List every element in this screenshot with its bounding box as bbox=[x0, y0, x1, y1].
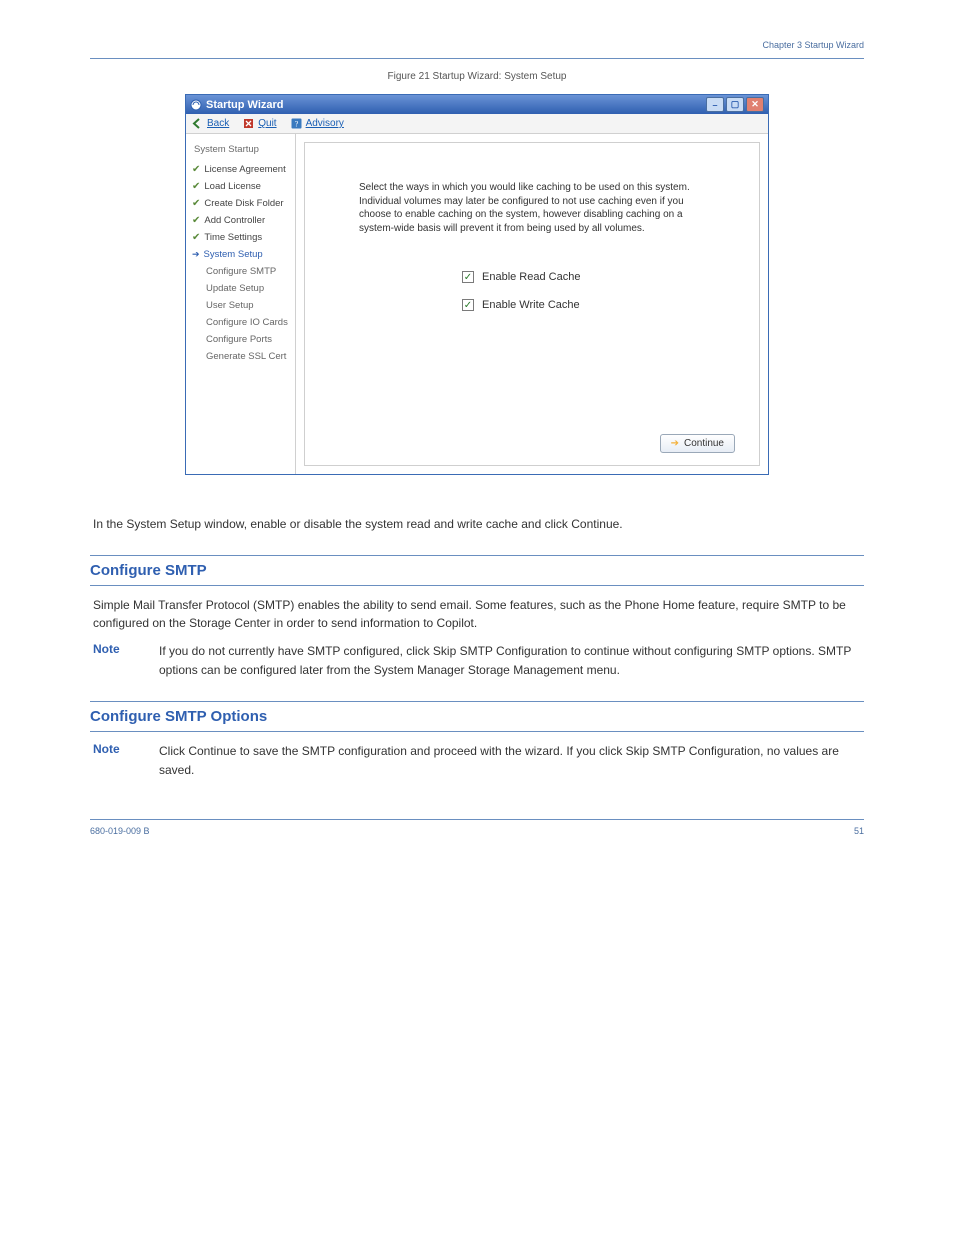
sidebar-heading: System Startup bbox=[194, 144, 291, 155]
maximize-button[interactable]: ▢ bbox=[726, 97, 744, 112]
quit-button[interactable]: Quit bbox=[243, 118, 276, 129]
note-label: Note bbox=[93, 742, 141, 779]
note-block-1: Note If you do not currently have SMTP c… bbox=[93, 642, 861, 679]
back-button[interactable]: Back bbox=[192, 118, 229, 129]
sidebar-item-generate-ssl-cert[interactable]: Generate SSL Cert bbox=[190, 348, 291, 365]
sidebar-item-label: Create Disk Folder bbox=[204, 198, 283, 209]
titlebar: Startup Wizard – ▢ ✕ bbox=[186, 95, 768, 114]
section-rule bbox=[90, 701, 864, 702]
toolbar: Back Quit ? Advisory bbox=[186, 114, 768, 134]
quit-icon bbox=[243, 118, 254, 129]
instructions-text: Select the ways in which you would like … bbox=[359, 181, 705, 235]
continue-label: Continue bbox=[684, 438, 724, 449]
note-block-2: Note Click Continue to save the SMTP con… bbox=[93, 742, 861, 779]
sidebar-item-configure-smtp[interactable]: Configure SMTP bbox=[190, 263, 291, 280]
sidebar-item-time-settings[interactable]: ✔ Time Settings bbox=[190, 229, 291, 246]
note-label: Note bbox=[93, 642, 141, 679]
startup-wizard-window: Startup Wizard – ▢ ✕ Back Quit ? bbox=[185, 94, 769, 475]
sidebar-item-label: System Setup bbox=[204, 249, 263, 260]
back-icon bbox=[192, 118, 203, 129]
sidebar-item-license-agreement[interactable]: ✔ License Agreement bbox=[190, 161, 291, 178]
close-button[interactable]: ✕ bbox=[746, 97, 764, 112]
wizard-content: Select the ways in which you would like … bbox=[304, 142, 760, 466]
arrow-right-icon: ➔ bbox=[192, 249, 200, 260]
section-configure-smtp: Configure SMTP bbox=[90, 562, 864, 579]
quit-label: Quit bbox=[258, 118, 276, 129]
sidebar-item-update-setup[interactable]: Update Setup bbox=[190, 280, 291, 297]
sidebar-item-configure-ports[interactable]: Configure Ports bbox=[190, 331, 291, 348]
write-cache-row: Enable Write Cache bbox=[329, 299, 735, 311]
sidebar-item-create-disk-folder[interactable]: ✔ Create Disk Folder bbox=[190, 195, 291, 212]
check-icon: ✔ bbox=[192, 198, 200, 209]
write-cache-label: Enable Write Cache bbox=[482, 299, 602, 311]
advisory-label: Advisory bbox=[306, 118, 344, 129]
continue-button[interactable]: ➔ Continue bbox=[660, 434, 735, 453]
sidebar-item-label: Add Controller bbox=[204, 215, 265, 226]
read-cache-checkbox[interactable] bbox=[462, 271, 474, 283]
footer-right: 51 bbox=[854, 826, 864, 845]
header-rule bbox=[90, 58, 864, 59]
read-cache-row: Enable Read Cache bbox=[329, 271, 735, 283]
sidebar-item-system-setup[interactable]: ➔ System Setup bbox=[190, 246, 291, 263]
note-body: If you do not currently have SMTP config… bbox=[159, 642, 861, 679]
window-title: Startup Wizard bbox=[206, 99, 284, 111]
read-cache-label: Enable Read Cache bbox=[482, 271, 602, 283]
section-rule bbox=[90, 731, 864, 732]
sidebar-item-label: Time Settings bbox=[204, 232, 262, 243]
sidebar-item-user-setup[interactable]: User Setup bbox=[190, 297, 291, 314]
section-configure-smtp-options: Configure SMTP Options bbox=[90, 708, 864, 725]
arrow-right-icon: ➔ bbox=[671, 438, 679, 449]
back-label: Back bbox=[207, 118, 229, 129]
sidebar-item-add-controller[interactable]: ✔ Add Controller bbox=[190, 212, 291, 229]
sidebar-item-configure-io-cards[interactable]: Configure IO Cards bbox=[190, 314, 291, 331]
app-icon bbox=[190, 99, 202, 111]
sidebar-item-label: Load License bbox=[204, 181, 261, 192]
sidebar-item-label: License Agreement bbox=[204, 164, 285, 175]
body-paragraph-1: In the System Setup window, enable or di… bbox=[93, 515, 861, 533]
page-footer: 680-019-009 B 51 bbox=[90, 819, 864, 845]
svg-text:?: ? bbox=[294, 120, 298, 129]
wizard-sidebar: System Startup ✔ License Agreement ✔ Loa… bbox=[186, 134, 296, 474]
check-icon: ✔ bbox=[192, 181, 200, 192]
section-rule bbox=[90, 555, 864, 556]
figure-caption: Figure 21 Startup Wizard: System Setup bbox=[90, 71, 864, 82]
smtp-paragraph: Simple Mail Transfer Protocol (SMTP) ena… bbox=[93, 596, 861, 632]
note-body: Click Continue to save the SMTP configur… bbox=[159, 742, 861, 779]
check-icon: ✔ bbox=[192, 232, 200, 243]
section-rule bbox=[90, 585, 864, 586]
minimize-button[interactable]: – bbox=[706, 97, 724, 112]
check-icon: ✔ bbox=[192, 215, 200, 226]
write-cache-checkbox[interactable] bbox=[462, 299, 474, 311]
sidebar-item-load-license[interactable]: ✔ Load License bbox=[190, 178, 291, 195]
advisory-button[interactable]: ? Advisory bbox=[291, 118, 344, 129]
check-icon: ✔ bbox=[192, 164, 200, 175]
button-bar: ➔ Continue bbox=[329, 424, 735, 453]
footer-left: 680-019-009 B bbox=[90, 826, 150, 845]
header-right: Chapter 3 Startup Wizard bbox=[762, 40, 864, 50]
advisory-icon: ? bbox=[291, 118, 302, 129]
